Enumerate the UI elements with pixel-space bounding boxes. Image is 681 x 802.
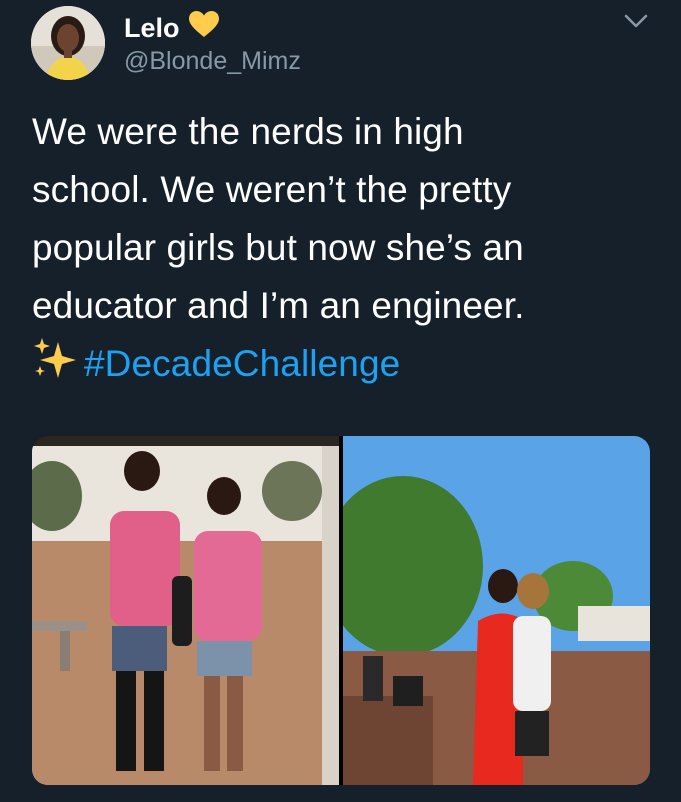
tweet-text-line: school. We weren’t the pretty — [32, 169, 512, 210]
user-handle[interactable]: @Blonde_Mimz — [124, 47, 301, 76]
sparkles-icon — [32, 336, 78, 399]
tweet-text: We were the nerds in high school. We wer… — [32, 103, 662, 399]
tweet-text-line: educator and I’m an engineer. — [32, 285, 525, 326]
chevron-down-icon[interactable] — [622, 12, 650, 30]
then-photo-image — [32, 436, 339, 785]
photo-now[interactable] — [343, 436, 650, 785]
tweet-text-line: We were the nerds in high — [32, 111, 464, 152]
display-name[interactable]: Lelo — [124, 11, 219, 45]
display-name-text[interactable]: Lelo — [124, 13, 180, 44]
now-photo-image — [343, 436, 650, 785]
yellow-heart-icon — [188, 11, 219, 45]
tweet-text-line-last: #DecadeChallenge — [32, 335, 662, 399]
tweet-media — [32, 436, 650, 785]
photo-then[interactable] — [32, 436, 339, 785]
hashtag-link[interactable]: #DecadeChallenge — [84, 343, 400, 384]
avatar-image — [31, 6, 105, 80]
tweet-text-line: popular girls but now she’s an — [32, 227, 524, 268]
avatar[interactable] — [31, 6, 105, 80]
